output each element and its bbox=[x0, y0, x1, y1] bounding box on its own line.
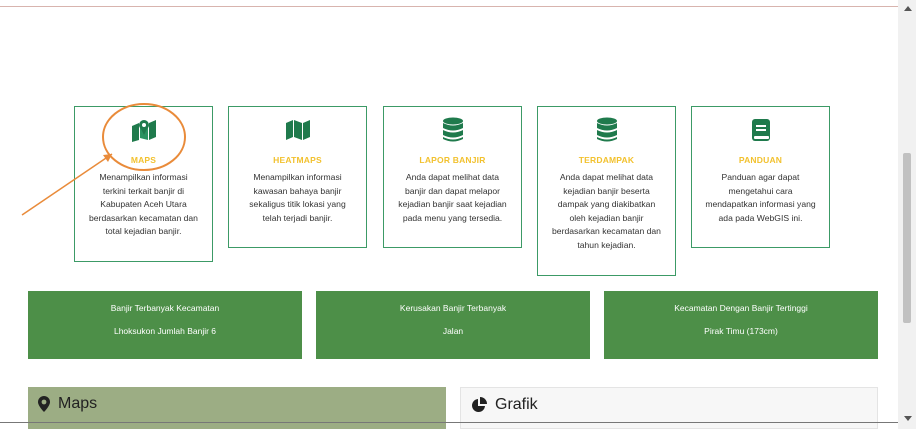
annotation-overlay bbox=[21, 103, 186, 216]
stat-label: Kerusakan Banjir Terbanyak bbox=[399, 303, 507, 313]
vertical-scrollbar[interactable] bbox=[898, 0, 916, 429]
stat-kecamatan-terbanyak: Banjir Terbanyak Kecamatan Lhoksukon Jum… bbox=[28, 291, 302, 359]
stat-label: Kecamatan Dengan Banjir Tertinggi bbox=[674, 303, 808, 313]
stat-value: Jalan bbox=[442, 326, 464, 336]
stat-label: Banjir Terbanyak Kecamatan bbox=[110, 303, 220, 313]
scroll-down-icon[interactable] bbox=[904, 416, 912, 421]
scroll-thumb[interactable] bbox=[903, 153, 911, 323]
maps-panel-title: Maps bbox=[58, 395, 98, 412]
grafik-panel-title: Grafik bbox=[495, 396, 538, 413]
bottom-divider bbox=[0, 422, 898, 423]
stat-banjir-tertinggi: Kecamatan Dengan Banjir Tertinggi Pirak … bbox=[604, 291, 878, 359]
scroll-up-icon[interactable] bbox=[904, 6, 912, 11]
map-pin-icon bbox=[38, 396, 50, 412]
pie-chart-icon bbox=[472, 397, 487, 412]
stat-value: Lhoksukon Jumlah Banjir 6 bbox=[113, 326, 217, 336]
stat-value: Pirak Timu (173cm) bbox=[704, 326, 778, 336]
stat-kerusakan-terbanyak: Kerusakan Banjir Terbanyak Jalan bbox=[316, 291, 590, 359]
